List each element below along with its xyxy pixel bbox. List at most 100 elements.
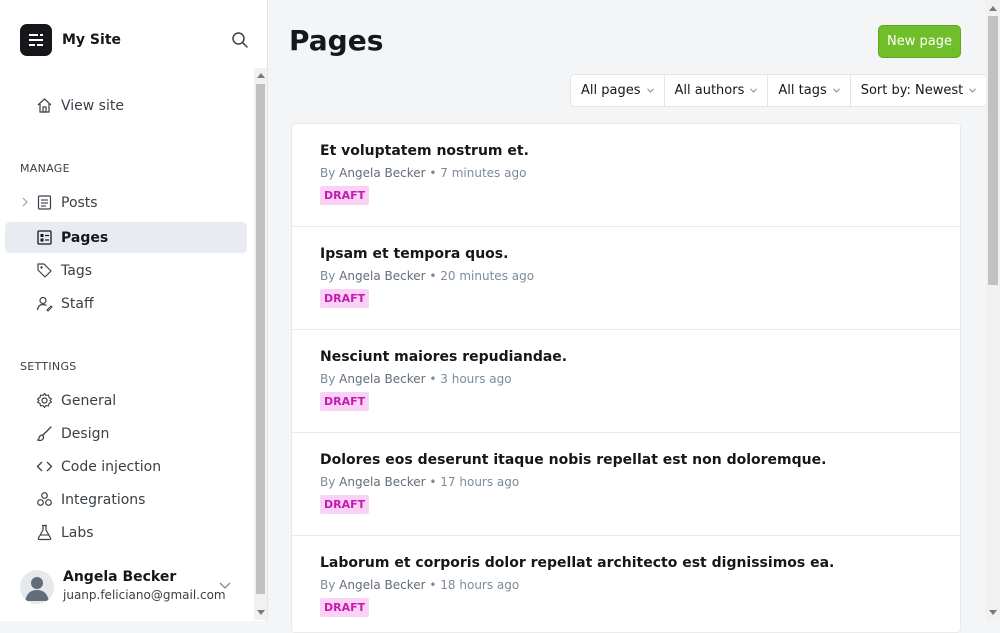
meta-separator: • — [429, 166, 437, 180]
chevron-down-icon — [969, 88, 977, 93]
sidebar: My Site View site MANAGE Posts Pages Tag… — [0, 0, 268, 621]
staff-icon — [36, 296, 53, 312]
page-item-time: 3 hours ago — [440, 372, 512, 386]
meta-by: By — [320, 269, 336, 283]
sidebar-item-posts[interactable]: Posts — [5, 187, 247, 218]
status-badge: DRAFT — [320, 598, 370, 617]
sidebar-item-pages[interactable]: Pages — [5, 222, 247, 253]
main-scrollbar[interactable] — [986, 0, 1000, 621]
sidebar-item-tags[interactable]: Tags — [5, 255, 247, 286]
sidebar-item-labs[interactable]: Labs — [5, 517, 247, 548]
manage-heading: MANAGE — [20, 162, 70, 175]
sidebar-item-label: Labs — [61, 524, 94, 541]
sidebar-nav: View site MANAGE Posts Pages Tags Staff … — [0, 68, 254, 618]
status-badge: DRAFT — [320, 392, 370, 411]
filter-bar: All pages All authors All tags Sort by: … — [570, 74, 988, 107]
page-item-title[interactable]: Et voluptatem nostrum et. — [320, 143, 529, 159]
list-item[interactable]: Laborum et corporis dolor repellat archi… — [292, 536, 960, 632]
page-item-meta: By Angela Becker • 3 hours ago — [320, 372, 512, 386]
meta-separator: • — [429, 269, 437, 283]
page-item-meta: By Angela Becker • 20 minutes ago — [320, 269, 534, 283]
page-item-author: Angela Becker — [339, 166, 426, 180]
sidebar-item-integrations[interactable]: Integrations — [5, 484, 247, 515]
meta-separator: • — [429, 578, 437, 592]
scroll-up-arrow-icon[interactable] — [257, 73, 265, 78]
list-item[interactable]: Dolores eos deserunt itaque nobis repell… — [292, 433, 960, 536]
pages-icon — [37, 230, 52, 245]
meta-separator: • — [429, 372, 437, 386]
scrollbar-thumb[interactable] — [256, 84, 265, 594]
sidebar-item-label: Design — [61, 425, 110, 442]
search-icon[interactable] — [230, 30, 250, 50]
chevron-right-icon[interactable] — [20, 196, 30, 208]
list-item[interactable]: Nesciunt maiores repudiandae. By Angela … — [292, 330, 960, 433]
filter-label: Sort by: Newest — [860, 83, 964, 98]
page-item-title[interactable]: Nesciunt maiores repudiandae. — [320, 349, 567, 365]
tag-icon — [37, 263, 52, 278]
page-item-title[interactable]: Dolores eos deserunt itaque nobis repell… — [320, 452, 826, 468]
meta-by: By — [320, 578, 336, 592]
sidebar-item-label: Posts — [61, 194, 98, 211]
page-item-time: 18 hours ago — [440, 578, 520, 592]
status-badge: DRAFT — [320, 289, 370, 308]
site-title[interactable]: My Site — [62, 32, 121, 48]
avatar — [20, 570, 54, 604]
scroll-up-arrow-icon[interactable] — [989, 6, 997, 11]
status-badge: DRAFT — [320, 186, 370, 205]
sidebar-item-general[interactable]: General — [5, 385, 247, 416]
page-item-author: Angela Becker — [339, 578, 426, 592]
meta-by: By — [320, 475, 336, 489]
user-name: Angela Becker — [63, 569, 177, 585]
status-badge: DRAFT — [320, 495, 370, 514]
sort-dropdown[interactable]: Sort by: Newest — [851, 75, 987, 106]
user-email: juanp.feliciano@gmail.com — [63, 588, 226, 602]
sidebar-item-label: View site — [61, 97, 124, 114]
filter-label: All authors — [674, 83, 745, 98]
new-page-button[interactable]: New page — [878, 25, 961, 58]
filter-type-dropdown[interactable]: All pages — [571, 75, 665, 106]
sidebar-item-staff[interactable]: Staff — [5, 288, 247, 319]
meta-by: By — [320, 166, 336, 180]
filter-tag-dropdown[interactable]: All tags — [768, 75, 851, 106]
scrollbar-thumb[interactable] — [988, 16, 998, 285]
code-icon — [36, 461, 53, 472]
site-logo-icon[interactable] — [20, 24, 52, 56]
sidebar-scrollbar[interactable] — [254, 68, 267, 620]
page-item-author: Angela Becker — [339, 372, 426, 386]
list-item[interactable]: Et voluptatem nostrum et. By Angela Beck… — [292, 124, 960, 227]
page-item-author: Angela Becker — [339, 475, 426, 489]
sidebar-item-label: General — [61, 392, 117, 409]
list-item[interactable]: Ipsam et tempora quos. By Angela Becker … — [292, 227, 960, 330]
sidebar-item-design[interactable]: Design — [5, 418, 247, 449]
site-header: My Site — [20, 24, 250, 56]
chevron-down-icon — [646, 88, 654, 93]
page-item-meta: By Angela Becker • 18 hours ago — [320, 578, 519, 592]
filter-author-dropdown[interactable]: All authors — [665, 75, 769, 106]
user-menu[interactable]: Angela Becker juanp.feliciano@gmail.com — [20, 568, 235, 608]
brush-icon — [36, 426, 52, 442]
sidebar-item-label: Pages — [61, 229, 109, 246]
page-item-time: 17 hours ago — [440, 475, 520, 489]
sidebar-item-code-injection[interactable]: Code injection — [5, 451, 247, 482]
chevron-down-icon — [750, 88, 758, 93]
gear-icon — [36, 392, 53, 409]
meta-separator: • — [429, 475, 437, 489]
chevron-down-icon[interactable] — [218, 580, 232, 590]
page-item-time: 7 minutes ago — [440, 166, 527, 180]
sidebar-item-label: Tags — [61, 262, 92, 279]
scroll-down-arrow-icon[interactable] — [989, 610, 997, 615]
page-title: Pages — [289, 24, 384, 57]
page-item-time: 20 minutes ago — [440, 269, 535, 283]
flask-icon — [37, 524, 52, 541]
posts-icon — [37, 195, 52, 210]
page-item-title[interactable]: Laborum et corporis dolor repellat archi… — [320, 555, 834, 571]
sidebar-item-view-site[interactable]: View site — [5, 90, 247, 121]
scroll-down-arrow-icon[interactable] — [257, 610, 265, 615]
filter-label: All pages — [581, 83, 641, 98]
sidebar-item-label: Code injection — [61, 458, 162, 475]
sidebar-item-label: Integrations — [61, 491, 146, 508]
filter-label: All tags — [778, 83, 827, 98]
chevron-down-icon — [832, 88, 840, 93]
sidebar-item-label: Staff — [61, 295, 94, 312]
page-item-title[interactable]: Ipsam et tempora quos. — [320, 246, 508, 262]
